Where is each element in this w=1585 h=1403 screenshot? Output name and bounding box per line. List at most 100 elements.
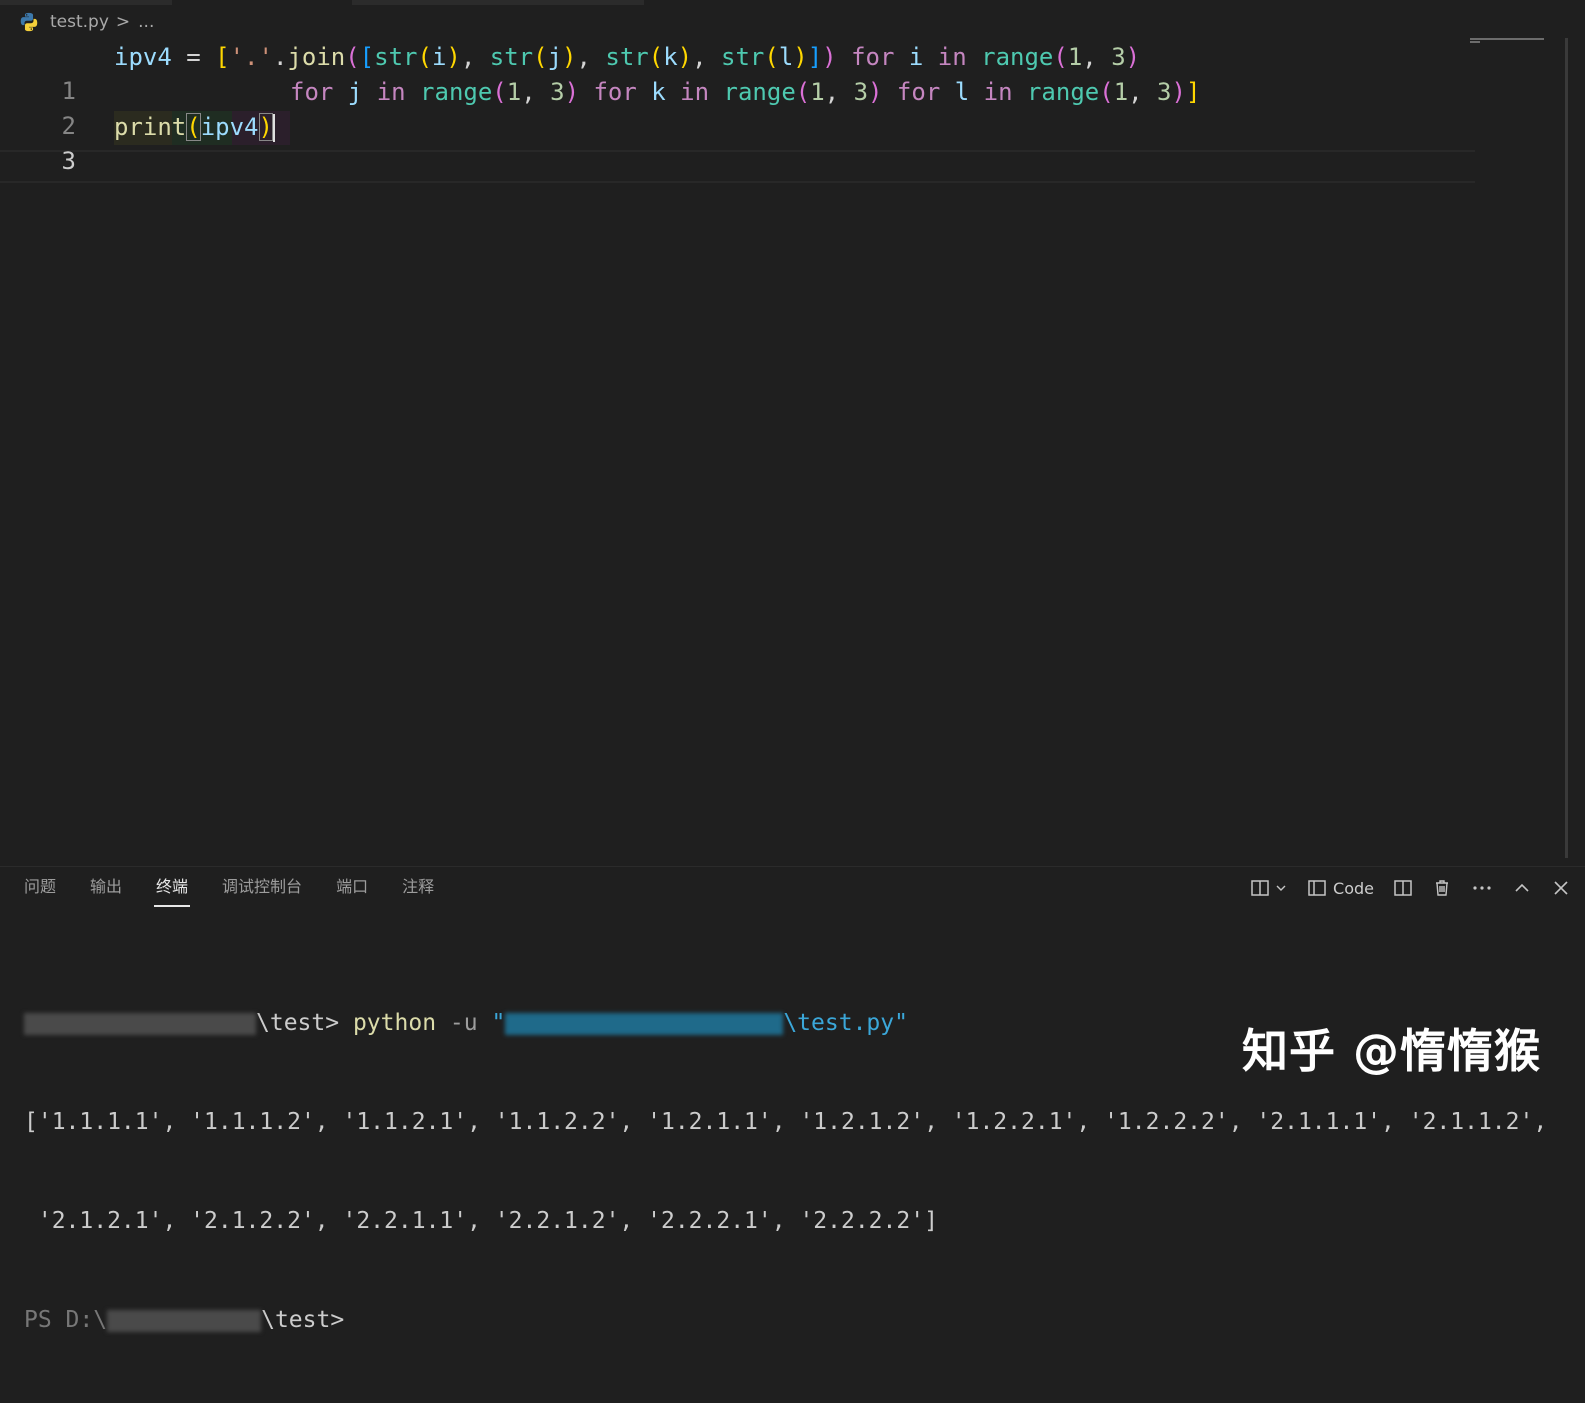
path-end: \test.py" <box>783 1010 908 1036</box>
code-token: ) <box>822 43 837 71</box>
code-token: ( <box>492 78 507 106</box>
split-layout-icon <box>1251 880 1269 896</box>
code-token: for <box>882 78 955 106</box>
code-token: ( <box>795 78 811 106</box>
code-token: . <box>272 43 288 71</box>
code-token: ( <box>1053 43 1068 71</box>
code-token: 3 <box>853 78 869 106</box>
code-token: [ <box>215 43 230 71</box>
prompt-suffix: \test> <box>261 1307 345 1333</box>
code-token: ( <box>1099 78 1114 106</box>
prompt-prefix: PS D:\ <box>24 1307 108 1333</box>
code-token: for <box>579 78 652 106</box>
code-token: in <box>665 78 724 106</box>
terminal-profile-code[interactable]: Code <box>1307 878 1374 898</box>
code-text[interactable]: for j in range(1, 3) for k in range(1, 3… <box>290 75 1200 109</box>
code-token: ipv4 <box>200 113 259 141</box>
code-token: for <box>836 43 909 71</box>
python-file-icon <box>20 12 38 32</box>
panel-actions: Code <box>1231 875 1571 901</box>
code-token: [ <box>359 43 375 71</box>
code-token: , <box>460 43 490 71</box>
code-token: str <box>489 43 534 71</box>
code-token: ) <box>793 43 808 71</box>
code-token: in <box>362 78 421 106</box>
code-token: , <box>692 43 721 71</box>
code-token: ( <box>764 43 779 71</box>
tab-terminal[interactable]: 终端 <box>154 867 191 907</box>
code-token: ( <box>417 43 432 71</box>
code-text[interactable]: ipv4 = ['.'.join([str(i), str(j), str(k)… <box>114 40 1140 74</box>
code-token: ) <box>562 43 577 71</box>
code-line-3[interactable]: 3 print(ipv4) <box>0 110 1470 175</box>
code-token: l <box>954 78 970 106</box>
code-token: range <box>981 43 1054 71</box>
code-token: 1 <box>810 78 825 106</box>
code-token: , <box>521 78 551 106</box>
code-token: 3 <box>1111 43 1126 71</box>
code-line-1[interactable]: 1 ipv4 = ['.'.join([str(i), str(j), str(… <box>0 40 1470 105</box>
tab-ports[interactable]: 端口 <box>336 867 368 907</box>
terminal-layout-icon <box>1308 880 1326 896</box>
panel-tabs: 问题 输出 终端 调试控制台 端口 注释 <box>24 867 468 911</box>
code-token: ) <box>868 78 883 106</box>
code-text[interactable]: print(ipv4) <box>114 110 275 144</box>
tab-debug-console[interactable]: 调试控制台 <box>222 867 302 907</box>
title-strip <box>0 0 1585 6</box>
code-line-2[interactable]: 2 for j in range(1, 3) for k in range(1,… <box>0 75 1470 140</box>
code-token: l <box>778 43 794 71</box>
code-token: join <box>287 43 346 71</box>
tab-strip-segment <box>0 0 172 5</box>
breadcrumb-symbols[interactable]: ... <box>138 12 154 32</box>
terminal-command: python <box>352 1010 437 1036</box>
new-terminal-split-button[interactable] <box>1250 878 1288 898</box>
redacted-path <box>107 1309 262 1332</box>
editor-scrollbar[interactable] <box>1565 38 1568 858</box>
code-token: , <box>576 43 606 71</box>
current-line-highlight <box>0 150 1475 183</box>
zhihu-watermark: 知乎 @惰惰猴 <box>1242 1024 1542 1078</box>
code-editor[interactable]: 1 ipv4 = ['.'.join([str(i), str(j), str(… <box>0 38 1568 866</box>
more-actions-button[interactable] <box>1471 878 1493 898</box>
chevron-up-icon <box>1515 883 1529 892</box>
kill-terminal-button[interactable] <box>1432 878 1452 898</box>
code-token: print <box>114 113 187 141</box>
trash-icon <box>1436 880 1448 896</box>
code-token: k <box>663 43 678 71</box>
tab-problems[interactable]: 问题 <box>24 867 56 907</box>
breadcrumb[interactable]: test.py > ... <box>18 10 154 34</box>
terminal-output[interactable]: \test> python -u " \test.py" ['1.1.1.1', … <box>24 941 1547 1403</box>
code-token: 3 <box>550 78 565 106</box>
code-token: ) <box>446 43 461 71</box>
code-token: i <box>431 43 447 71</box>
code-token: range <box>420 78 493 106</box>
maximize-panel-button[interactable] <box>1512 878 1532 898</box>
tab-comments[interactable]: 注释 <box>402 867 434 907</box>
tab-output[interactable]: 输出 <box>90 867 122 907</box>
close-panel-button[interactable] <box>1551 878 1571 898</box>
code-token: k <box>651 78 666 106</box>
code-token: ] <box>807 43 823 71</box>
code-token: ipv4 <box>114 43 172 71</box>
minimap[interactable] <box>1470 38 1548 44</box>
code-token: ) <box>677 43 693 71</box>
text-caret <box>272 114 275 142</box>
code-token: , <box>824 78 854 106</box>
code-token: ) <box>258 113 273 141</box>
code-token: 1 <box>1067 43 1083 71</box>
code-token: range <box>723 78 796 106</box>
code-token: , <box>1128 78 1158 106</box>
prompt-suffix: \test> <box>256 1010 340 1036</box>
breadcrumb-file[interactable]: test.py <box>50 12 109 32</box>
split-terminal-button[interactable] <box>1393 878 1413 898</box>
code-token: '.' <box>229 43 273 71</box>
terminal-prompt-line: PS D:\ \test> <box>24 1304 1547 1337</box>
redacted-path <box>505 1012 784 1035</box>
code-token: for <box>290 78 348 106</box>
code-token: 1 <box>506 78 522 106</box>
code-token: ( <box>345 43 360 71</box>
chevron-down-icon <box>1276 885 1286 891</box>
breadcrumb-separator: > <box>115 12 131 32</box>
code-token: ( <box>533 43 548 71</box>
line-number: 3 <box>61 147 76 175</box>
